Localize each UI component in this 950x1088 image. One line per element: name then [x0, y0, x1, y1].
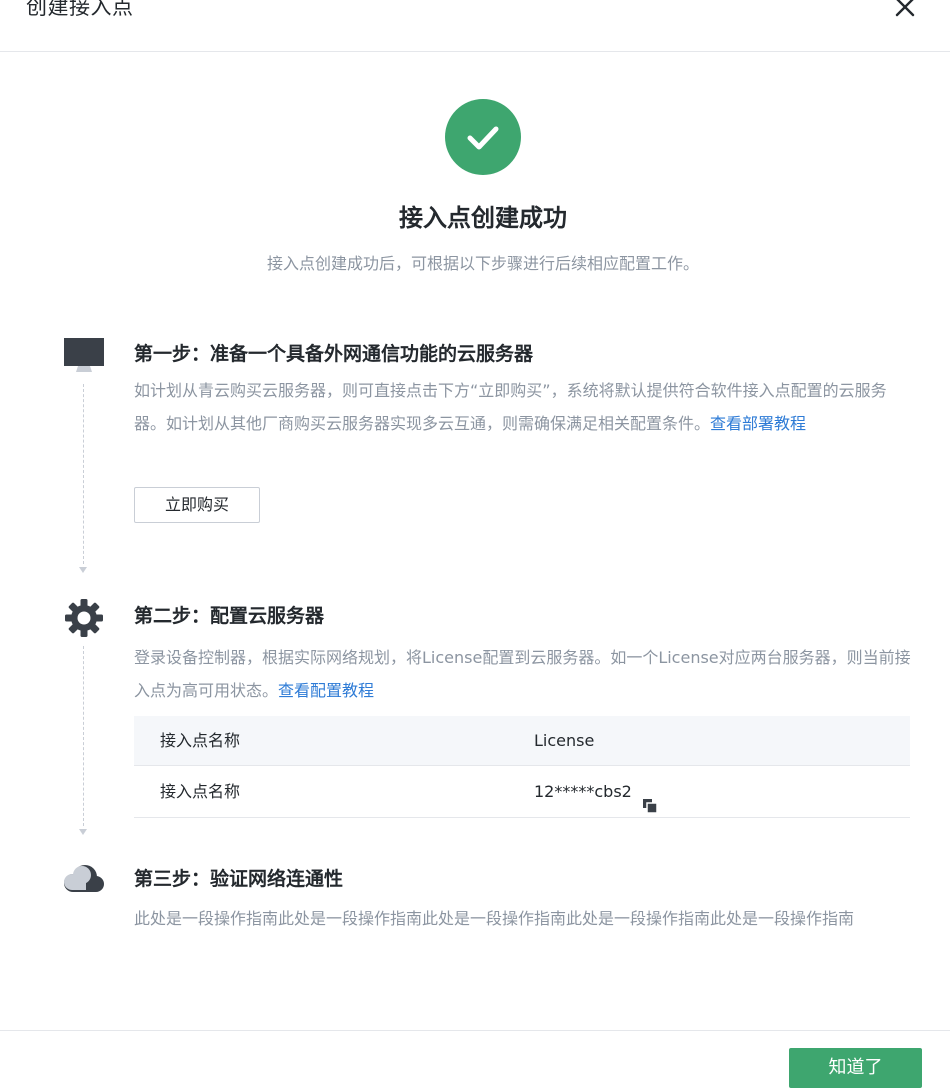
- column-header-name: 接入点名称: [160, 731, 241, 750]
- dialog-title: 创建接入点: [26, 0, 134, 19]
- check-circle-icon: [445, 99, 521, 175]
- cell-access-point-name: 接入点名称: [160, 782, 241, 801]
- gear-icon: [64, 598, 104, 642]
- step-1-title: 第一步：准备一个具备外网通信功能的云服务器: [134, 343, 534, 365]
- step-1-text: 如计划从青云购买云服务器，则可直接点击下方“立即购买”，系统将默认提供符合软件接…: [134, 374, 914, 440]
- cell-license: 12*****cbs2: [534, 766, 658, 818]
- license-table: 接入点名称 License 接入点名称 12*****cbs2: [134, 716, 910, 818]
- license-value: 12*****cbs2: [534, 782, 632, 801]
- step-3-title: 第三步：验证网络连通性: [134, 868, 344, 890]
- table-row: 接入点名称 12*****cbs2: [134, 766, 910, 818]
- deploy-tutorial-link[interactable]: 查看部署教程: [710, 414, 806, 433]
- connector-arrow: [79, 567, 87, 573]
- buy-now-button[interactable]: 立即购买: [134, 487, 260, 523]
- column-header-license: License: [534, 731, 595, 750]
- step-2-title: 第二步：配置云服务器: [134, 605, 325, 627]
- table-header: 接入点名称 License: [134, 716, 910, 766]
- dialog-header: 创建接入点: [0, 0, 950, 52]
- success-subtitle: 接入点创建成功后，可根据以下步骤进行后续相应配置工作。: [266, 254, 699, 273]
- connector-arrow: [79, 829, 87, 835]
- step-2-text: 登录设备控制器，根据实际网络规划，将License配置到云服务器。如一个Lice…: [134, 641, 914, 707]
- copy-icon[interactable]: [642, 783, 658, 814]
- step-2-description: 登录设备控制器，根据实际网络规划，将License配置到云服务器。如一个Lice…: [134, 648, 911, 700]
- step-connector: [83, 646, 84, 826]
- cloud-icon: [61, 860, 107, 900]
- monitor-icon: [63, 338, 105, 378]
- success-title: 接入点创建成功: [399, 204, 567, 232]
- config-tutorial-link[interactable]: 查看配置教程: [278, 681, 374, 700]
- close-icon[interactable]: [892, 0, 918, 20]
- got-it-button[interactable]: 知道了: [789, 1048, 922, 1088]
- step-connector: [83, 384, 84, 564]
- step-3-text: 此处是一段操作指南此处是一段操作指南此处是一段操作指南此处是一段操作指南此处是一…: [134, 909, 855, 928]
